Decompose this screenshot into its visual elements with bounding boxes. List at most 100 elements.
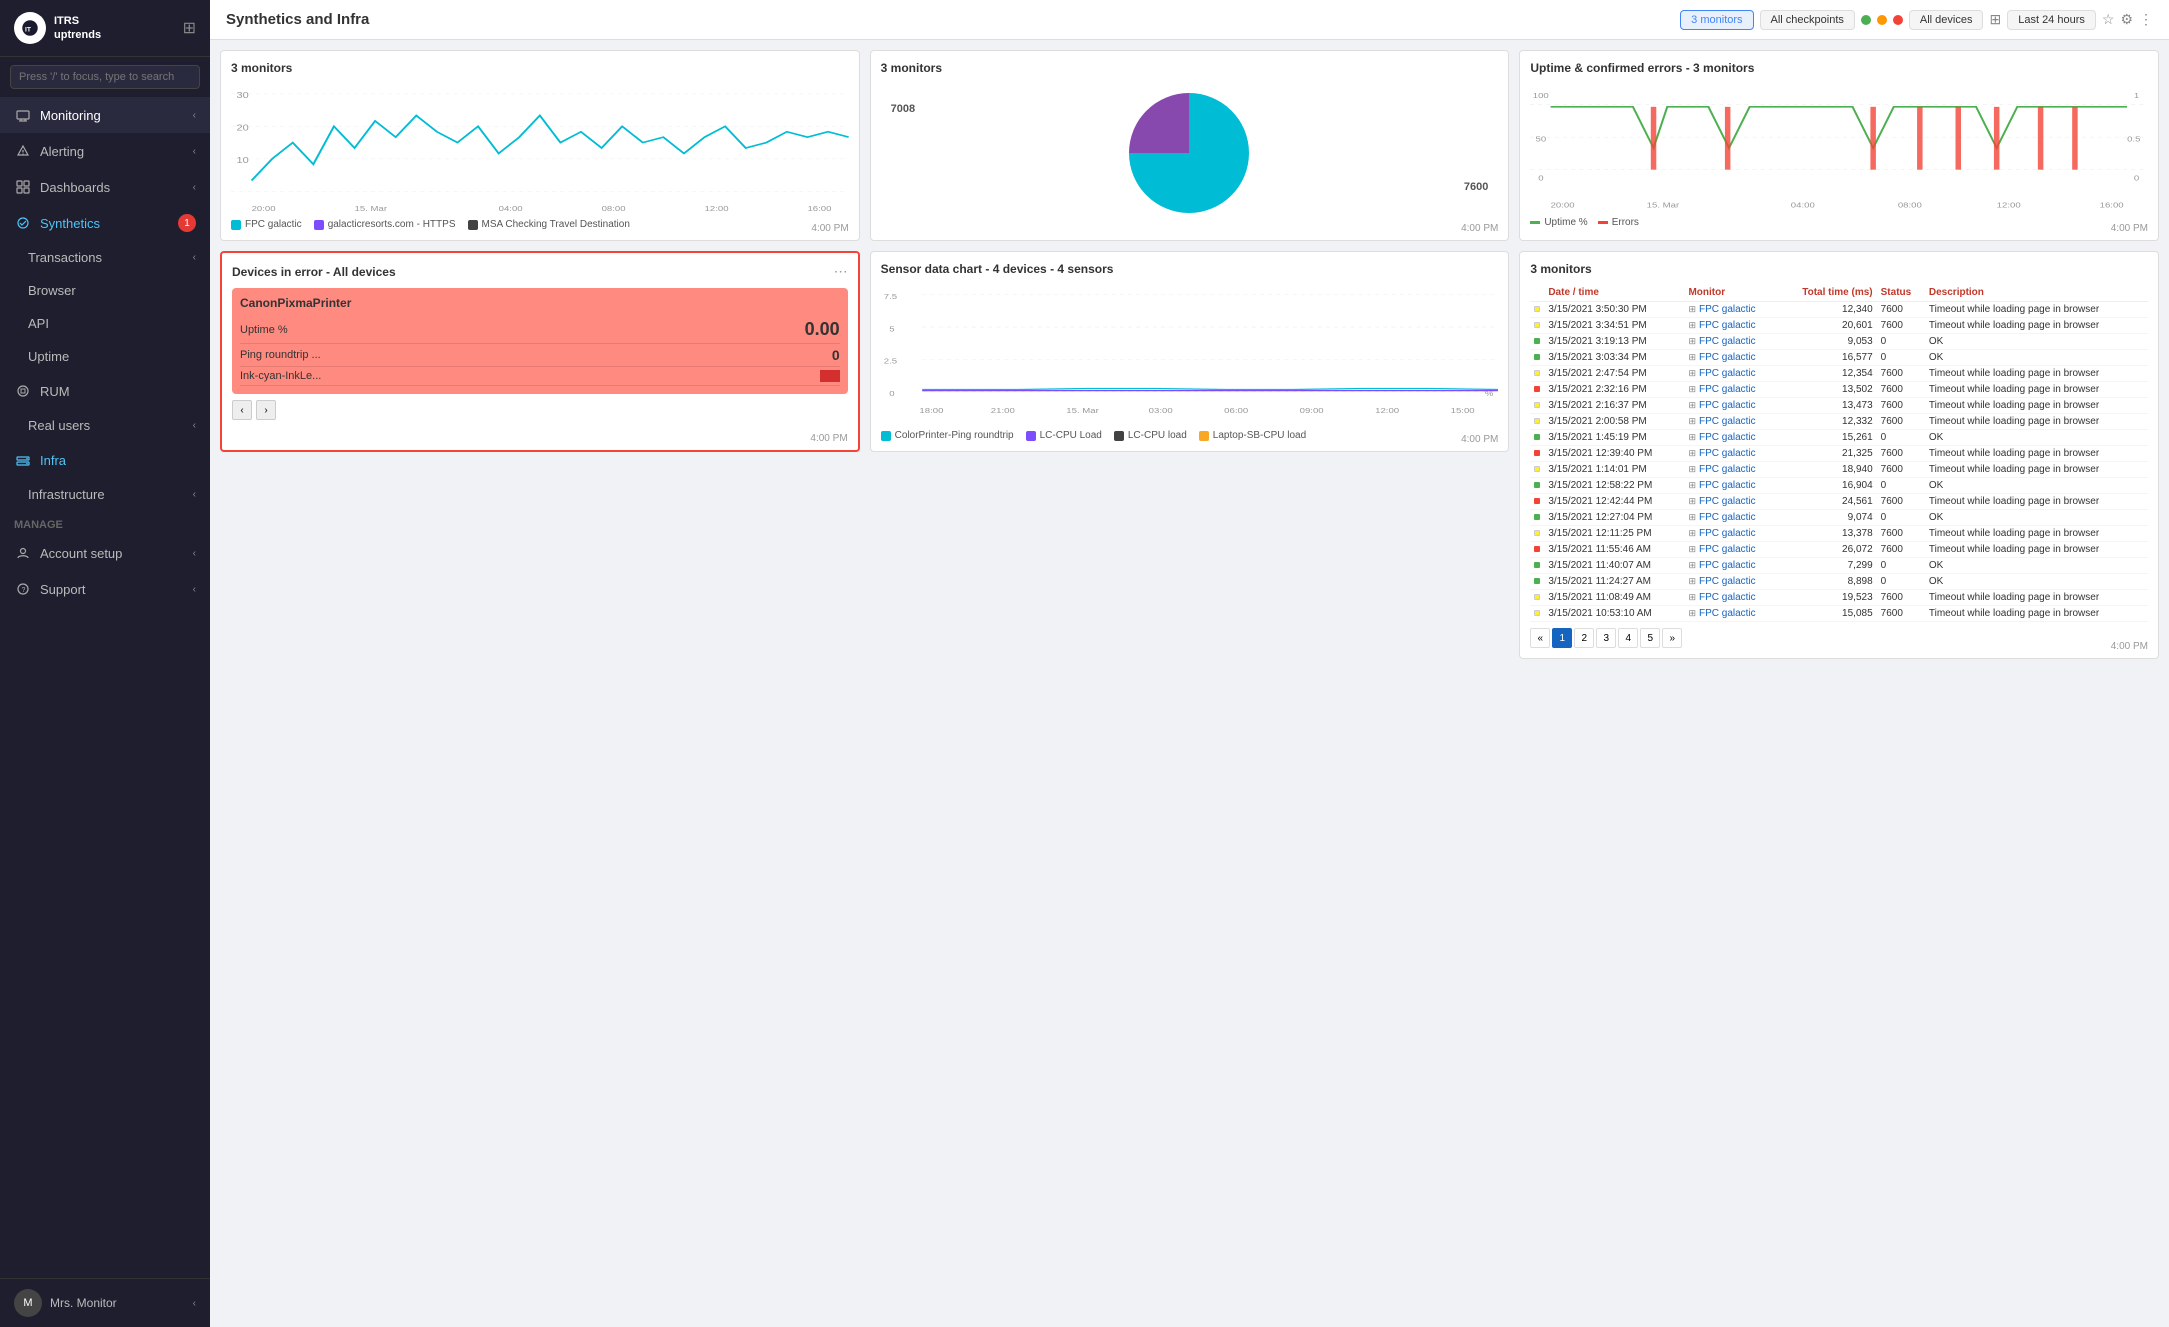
monitor-cell[interactable]: ⊞ FPC galactic bbox=[1684, 510, 1778, 526]
sidebar-item-uptime[interactable]: Uptime bbox=[0, 340, 210, 373]
user-avatar: M bbox=[14, 1289, 42, 1317]
sidebar-item-infrastructure[interactable]: Infrastructure ‹ bbox=[0, 478, 210, 511]
sidebar-toggle-icon[interactable]: ⊞ bbox=[183, 18, 196, 38]
desc-cell: Timeout while loading page in browser bbox=[1925, 542, 2148, 558]
top-left-legend: FPC galactic galacticresorts.com - HTTPS… bbox=[231, 219, 849, 230]
settings-icon[interactable]: ⚙ bbox=[2120, 11, 2133, 28]
monitor-link[interactable]: ⊞ FPC galactic bbox=[1688, 608, 1774, 619]
monitor-cell[interactable]: ⊞ FPC galactic bbox=[1684, 590, 1778, 606]
monitor-cell[interactable]: ⊞ FPC galactic bbox=[1684, 398, 1778, 414]
monitor-link[interactable]: ⊞ FPC galactic bbox=[1688, 448, 1774, 459]
monitor-link[interactable]: ⊞ FPC galactic bbox=[1688, 528, 1774, 539]
status-cell bbox=[1530, 350, 1544, 366]
monitoring-arrow: ‹ bbox=[193, 110, 196, 121]
devices-title: Devices in error - All devices bbox=[232, 265, 396, 279]
status-indicator bbox=[1534, 546, 1540, 552]
device-next-btn[interactable]: › bbox=[256, 400, 276, 420]
monitor-link[interactable]: ⊞ FPC galactic bbox=[1688, 352, 1774, 363]
sidebar-item-account-setup[interactable]: Account setup ‹ bbox=[0, 535, 210, 571]
page-3-btn[interactable]: 3 bbox=[1596, 628, 1616, 648]
status-value-cell: 7600 bbox=[1877, 366, 1925, 382]
monitors-btn[interactable]: 3 monitors bbox=[1680, 10, 1753, 30]
grid-icon[interactable]: ⊞ bbox=[1989, 11, 2001, 28]
monitor-link[interactable]: ⊞ FPC galactic bbox=[1688, 480, 1774, 491]
monitor-grid-icon: ⊞ bbox=[1688, 368, 1696, 379]
devices-btn[interactable]: All devices bbox=[1909, 10, 1984, 30]
page-5-btn[interactable]: 5 bbox=[1640, 628, 1660, 648]
sidebar-item-transactions-label: Transactions bbox=[28, 250, 102, 265]
monitor-link[interactable]: ⊞ FPC galactic bbox=[1688, 320, 1774, 331]
sidebar-item-support[interactable]: ? Support ‹ bbox=[0, 571, 210, 607]
user-footer[interactable]: M Mrs. Monitor ‹ bbox=[0, 1278, 210, 1327]
status-value-cell: 0 bbox=[1877, 430, 1925, 446]
monitor-link[interactable]: ⊞ FPC galactic bbox=[1688, 400, 1774, 411]
status-indicator bbox=[1534, 434, 1540, 440]
table-row: 3/15/2021 12:27:04 PM ⊞ FPC galactic 9,0… bbox=[1530, 510, 2148, 526]
page-1-btn[interactable]: 1 bbox=[1552, 628, 1572, 648]
monitor-cell[interactable]: ⊞ FPC galactic bbox=[1684, 350, 1778, 366]
monitor-cell[interactable]: ⊞ FPC galactic bbox=[1684, 334, 1778, 350]
monitor-link[interactable]: ⊞ FPC galactic bbox=[1688, 560, 1774, 571]
status-value-cell: 7600 bbox=[1877, 398, 1925, 414]
monitor-link[interactable]: ⊞ FPC galactic bbox=[1688, 384, 1774, 395]
search-input[interactable] bbox=[10, 65, 200, 89]
table-row: 3/15/2021 11:08:49 AM ⊞ FPC galactic 19,… bbox=[1530, 590, 2148, 606]
device-prev-btn[interactable]: ‹ bbox=[232, 400, 252, 420]
monitor-link[interactable]: ⊞ FPC galactic bbox=[1688, 592, 1774, 603]
monitor-link[interactable]: ⊞ FPC galactic bbox=[1688, 464, 1774, 475]
monitor-cell[interactable]: ⊞ FPC galactic bbox=[1684, 382, 1778, 398]
monitor-link[interactable]: ⊞ FPC galactic bbox=[1688, 544, 1774, 555]
monitor-cell[interactable]: ⊞ FPC galactic bbox=[1684, 558, 1778, 574]
monitor-link[interactable]: ⊞ FPC galactic bbox=[1688, 512, 1774, 523]
sidebar-item-real-users[interactable]: Real users ‹ bbox=[0, 409, 210, 442]
sidebar-item-browser[interactable]: Browser bbox=[0, 274, 210, 307]
monitor-cell[interactable]: ⊞ FPC galactic bbox=[1684, 302, 1778, 318]
page-prev-btn[interactable]: « bbox=[1530, 628, 1550, 648]
monitor-cell[interactable]: ⊞ FPC galactic bbox=[1684, 494, 1778, 510]
pie-label-left: 7008 bbox=[891, 103, 915, 115]
monitor-cell[interactable]: ⊞ FPC galactic bbox=[1684, 542, 1778, 558]
sidebar-item-infra[interactable]: Infra bbox=[0, 442, 210, 478]
time-btn[interactable]: Last 24 hours bbox=[2007, 10, 2096, 30]
monitor-link[interactable]: ⊞ FPC galactic bbox=[1688, 576, 1774, 587]
monitor-link[interactable]: ⊞ FPC galactic bbox=[1688, 416, 1774, 427]
sidebar-item-transactions[interactable]: Transactions ‹ bbox=[0, 241, 210, 274]
monitor-cell[interactable]: ⊞ FPC galactic bbox=[1684, 446, 1778, 462]
page-4-btn[interactable]: 4 bbox=[1618, 628, 1638, 648]
sidebar-item-rum[interactable]: RUM bbox=[0, 373, 210, 409]
star-icon[interactable]: ☆ bbox=[2102, 11, 2115, 28]
status-cell bbox=[1530, 414, 1544, 430]
monitor-cell[interactable]: ⊞ FPC galactic bbox=[1684, 414, 1778, 430]
monitor-cell[interactable]: ⊞ FPC galactic bbox=[1684, 462, 1778, 478]
monitor-cell[interactable]: ⊞ FPC galactic bbox=[1684, 478, 1778, 494]
status-cell bbox=[1530, 462, 1544, 478]
monitor-cell[interactable]: ⊞ FPC galactic bbox=[1684, 606, 1778, 622]
total-cell: 20,601 bbox=[1779, 318, 1877, 334]
monitor-cell[interactable]: ⊞ FPC galactic bbox=[1684, 430, 1778, 446]
monitor-link[interactable]: ⊞ FPC galactic bbox=[1688, 496, 1774, 507]
sidebar-item-synthetics[interactable]: Synthetics 1 bbox=[0, 205, 210, 241]
svg-text:08:00: 08:00 bbox=[1898, 201, 1922, 210]
monitor-cell[interactable]: ⊞ FPC galactic bbox=[1684, 318, 1778, 334]
page-next-btn[interactable]: » bbox=[1662, 628, 1682, 648]
sidebar-item-support-label: Support bbox=[40, 582, 86, 597]
monitor-cell[interactable]: ⊞ FPC galactic bbox=[1684, 526, 1778, 542]
more-icon[interactable]: ⋮ bbox=[2139, 11, 2153, 28]
monitor-link[interactable]: ⊞ FPC galactic bbox=[1688, 304, 1774, 315]
sidebar-item-dashboards[interactable]: Dashboards ‹ bbox=[0, 169, 210, 205]
sidebar-item-alerting[interactable]: Alerting ‹ bbox=[0, 133, 210, 169]
monitor-cell[interactable]: ⊞ FPC galactic bbox=[1684, 574, 1778, 590]
status-indicator bbox=[1534, 498, 1540, 504]
status-cell bbox=[1530, 398, 1544, 414]
monitor-cell[interactable]: ⊞ FPC galactic bbox=[1684, 366, 1778, 382]
page-2-btn[interactable]: 2 bbox=[1574, 628, 1594, 648]
monitor-grid-icon: ⊞ bbox=[1688, 592, 1696, 603]
devices-more-btn[interactable]: ⋯ bbox=[834, 263, 848, 280]
sidebar-item-infra-label: Infra bbox=[40, 453, 66, 468]
sidebar-item-api[interactable]: API bbox=[0, 307, 210, 340]
monitor-link[interactable]: ⊞ FPC galactic bbox=[1688, 336, 1774, 347]
checkpoints-btn[interactable]: All checkpoints bbox=[1760, 10, 1855, 30]
monitor-link[interactable]: ⊞ FPC galactic bbox=[1688, 368, 1774, 379]
sidebar-item-monitoring[interactable]: Monitoring ‹ bbox=[0, 97, 210, 133]
monitor-link[interactable]: ⊞ FPC galactic bbox=[1688, 432, 1774, 443]
